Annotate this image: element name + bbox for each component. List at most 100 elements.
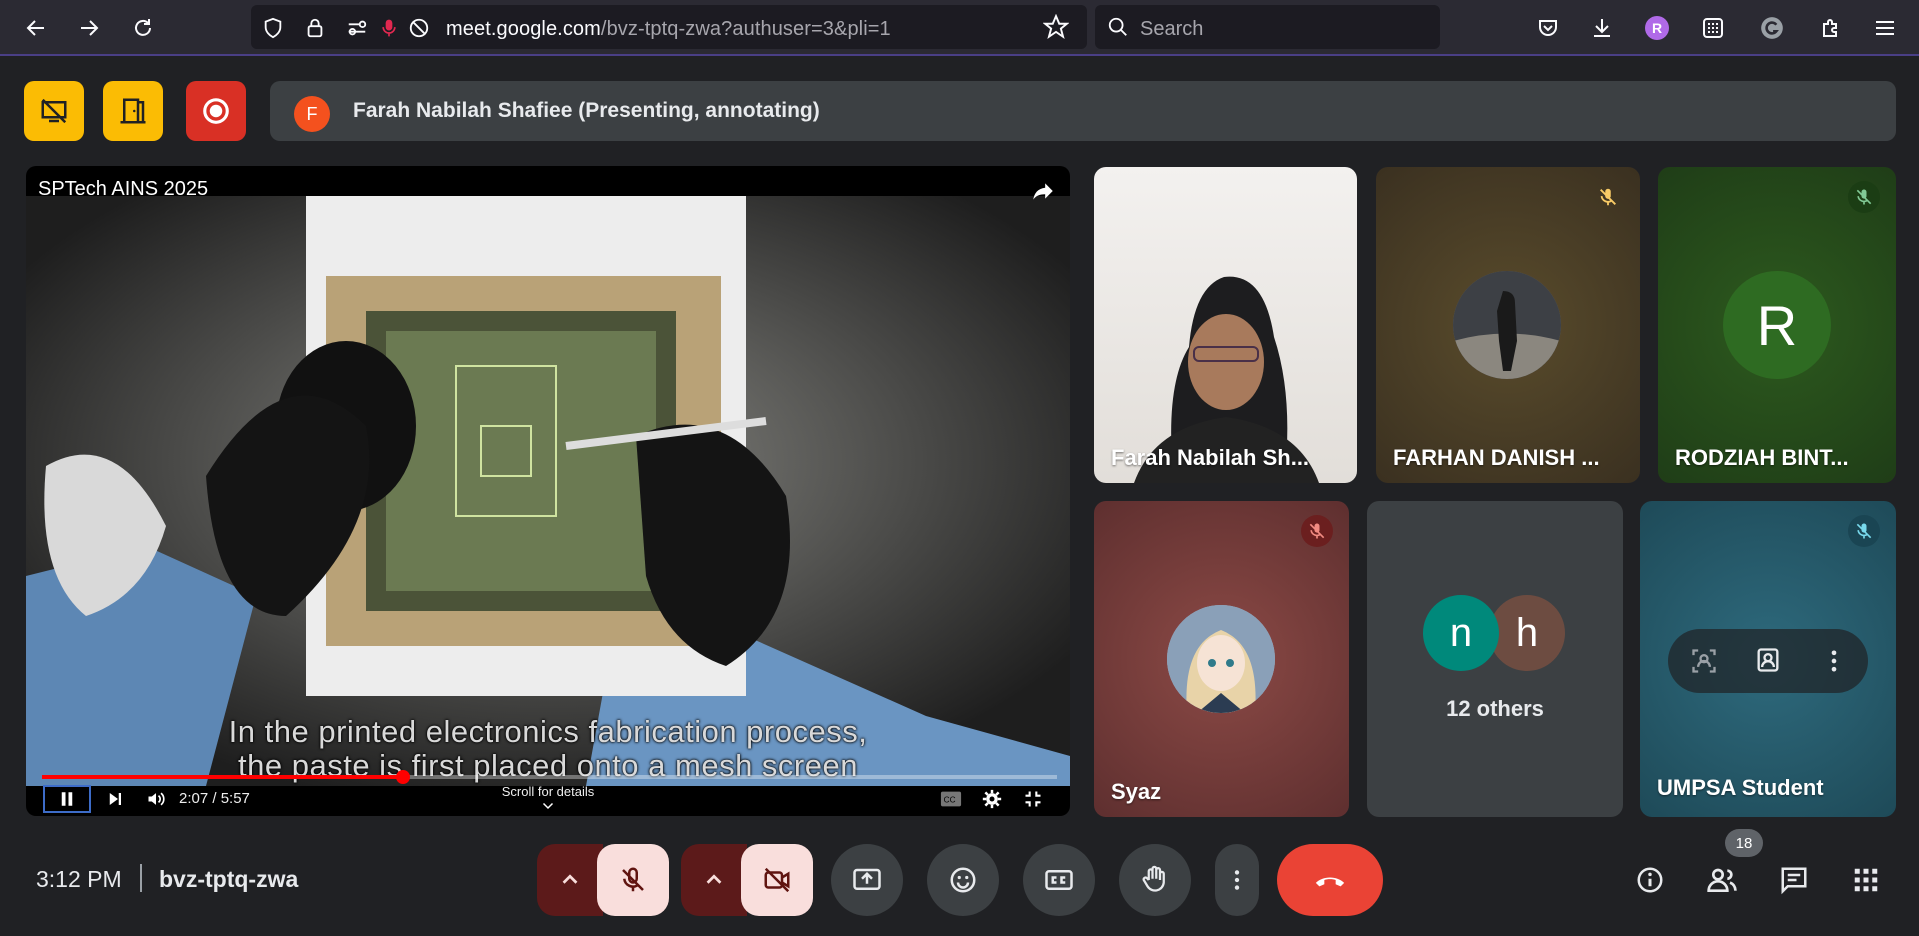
video-options-button[interactable] [681,844,747,916]
video-progress-bar[interactable] [42,770,1057,784]
exit-fullscreen-icon [1025,791,1041,807]
microphone-active-icon[interactable] [379,17,399,39]
download-icon [1594,19,1610,37]
scroll-hint-label: Scroll for details [501,784,595,799]
search-placeholder: Search [1140,18,1204,40]
reload-button[interactable] [125,10,161,46]
closed-captions-icon: CC [940,791,962,807]
permissions-icon[interactable] [346,17,368,39]
others-avatar-1: n [1423,595,1499,671]
participant-name: RODZIAH BINT... [1675,445,1849,470]
extensions-button[interactable] [1815,12,1847,44]
participant-tile-farah[interactable]: Farah Nabilah Sh... [1094,167,1357,483]
participant-name: FARHAN DANISH ... [1393,445,1600,470]
puzzle-icon [1823,19,1837,37]
shared-video-presentation[interactable]: In the printed electronics fabrication p… [26,166,1070,816]
mic-off-icon [1600,188,1616,206]
mic-off-icon [1856,189,1872,205]
settings-button[interactable] [978,785,1006,813]
frame-person-icon[interactable] [1690,647,1718,675]
participant-tile-umpsa[interactable]: UMPSA Student [1640,501,1896,817]
chevron-down-icon [542,802,554,810]
video-title[interactable]: SPTech AINS 2025 [38,178,208,201]
url-text: meet.google.com/bvz-tptq-zwa?authuser=3&… [446,18,891,41]
participant-name: Syaz [1111,779,1162,804]
participant-avatar [1167,605,1275,713]
participant-tile-farhan[interactable]: FARHAN DANISH ... [1376,167,1640,483]
address-bar[interactable]: meet.google.com/bvz-tptq-zwa?authuser=3&… [251,5,1087,49]
svg-text:CC: CC [944,796,956,805]
muted-indicator [1848,515,1880,547]
record-icon [203,98,229,124]
participant-avatar: R [1723,271,1831,379]
lock-icon[interactable] [304,17,326,39]
video-frame[interactable]: In the printed electronics fabrication p… [26,196,1070,786]
hamburger-menu-icon [1876,21,1894,35]
scroll-for-details[interactable]: Scroll for details [470,784,626,814]
audio-options-button[interactable] [537,844,603,916]
back-button[interactable] [18,10,54,46]
exit-fullscreen-button[interactable] [1019,785,1047,813]
share-icon[interactable] [1030,178,1056,204]
search-icon [1108,17,1127,36]
reactions-button[interactable] [927,844,999,916]
pause-button[interactable] [43,785,91,813]
mic-off-icon [622,867,644,892]
chat-button[interactable] [1772,858,1816,902]
presenter-label: Farah Nabilah Shafiee (Presenting, annot… [353,99,820,122]
present-screen-button[interactable] [831,844,903,916]
shield-icon[interactable] [262,17,284,39]
breakout-rooms-button[interactable] [103,81,163,141]
meeting-details-button[interactable] [1628,858,1672,902]
volume-button[interactable] [142,785,170,813]
chevron-up-icon [562,874,578,884]
forward-button[interactable] [71,10,107,46]
participant-tile-rodziah[interactable]: R RODZIAH BINT... [1658,167,1896,483]
recording-button[interactable] [186,81,246,141]
muted-indicator [1848,181,1880,213]
camera-toggle-button[interactable] [741,844,813,916]
apps-grid-icon [1854,868,1878,892]
url-host: meet.google.com [446,18,601,40]
captions-button[interactable]: CC [937,785,965,813]
video-scene-image [26,196,1070,786]
mic-off-icon [1856,523,1872,539]
others-avatar-2: h [1489,595,1565,671]
more-options-icon[interactable] [1820,647,1848,675]
activities-button[interactable] [1844,858,1888,902]
leave-call-button[interactable] [1277,844,1383,916]
forward-arrow-icon [81,20,99,36]
grammarly-button[interactable] [1756,12,1788,44]
meeting-code: bvz-tptq-zwa [159,866,299,892]
participant-tile-syaz[interactable]: Syaz [1094,501,1349,817]
people-button[interactable] [1700,858,1744,902]
more-options-button[interactable] [1215,844,1259,916]
pocket-button[interactable] [1532,12,1564,44]
search-input[interactable]: Search [1095,5,1440,49]
others-tile[interactable]: n h 12 others [1367,501,1623,817]
participant-avatar [1453,271,1561,379]
raise-hand-icon [1142,865,1165,892]
gear-icon [982,789,1002,809]
profile-button[interactable]: R [1641,12,1673,44]
participant-name: UMPSA Student [1657,775,1824,800]
microphone-toggle-button[interactable] [597,844,669,916]
tracking-protection-icon[interactable] [408,17,430,39]
tile-hover-toolbar [1668,629,1868,693]
clock-separator [140,864,142,892]
raise-hand-button[interactable] [1119,844,1191,916]
grammarly-icon [1761,17,1783,39]
extension-grid-button[interactable] [1697,12,1729,44]
participant-name: Farah Nabilah Sh... [1111,445,1310,470]
closed-captions-icon [1045,870,1073,890]
bookmark-star-icon[interactable] [1043,14,1069,40]
pin-person-icon[interactable] [1754,646,1782,674]
downloads-button[interactable] [1586,12,1618,44]
presenter-avatar: F [294,96,330,132]
menu-button[interactable] [1869,12,1901,44]
captions-toggle-button[interactable] [1023,844,1095,916]
reload-icon [135,19,151,36]
hide-presentation-button[interactable] [24,81,84,141]
url-path: /bvz-tptq-zwa?authuser=3&pli=1 [600,18,891,40]
next-button[interactable] [101,785,129,813]
